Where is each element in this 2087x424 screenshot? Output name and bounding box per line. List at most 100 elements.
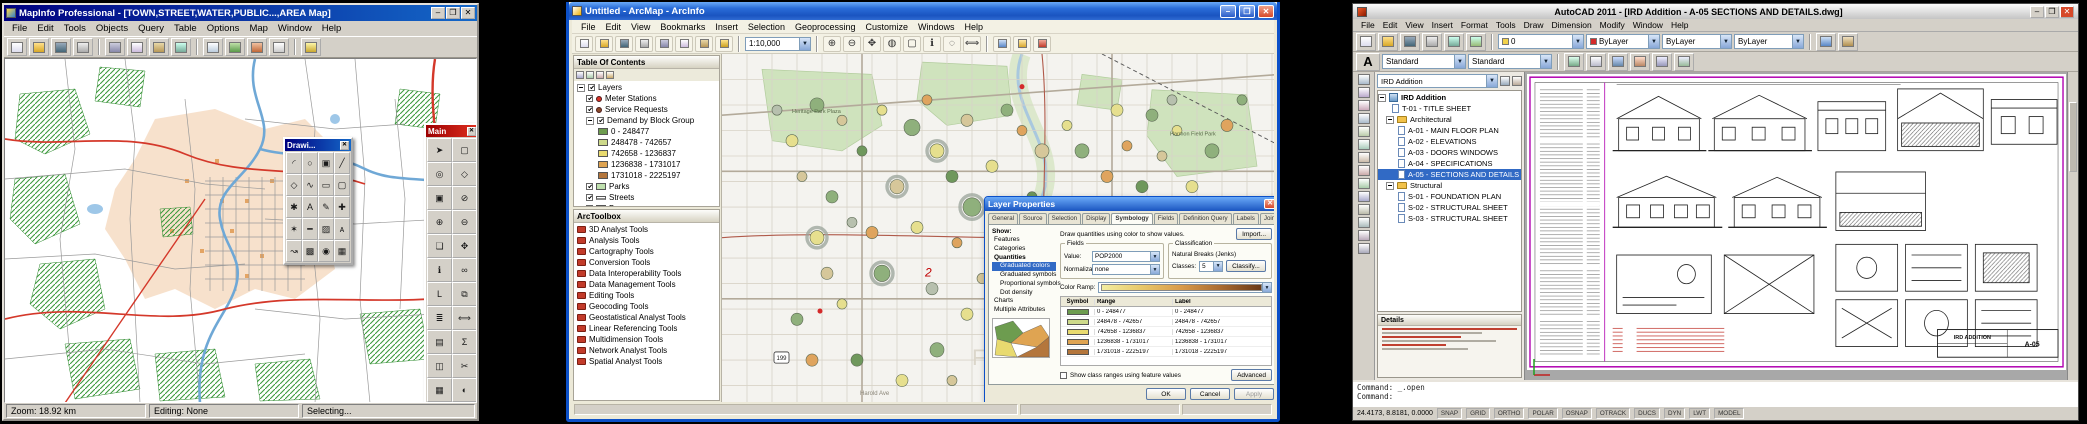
close-icon[interactable]: ✕ (461, 7, 475, 19)
marquee-select-tool[interactable]: ▢ (452, 138, 477, 162)
collapse-icon[interactable] (1386, 116, 1394, 124)
close-icon[interactable]: ✕ (340, 141, 349, 150)
show-item-graduated-colors[interactable]: Graduated colors (992, 262, 1056, 271)
zoom-window-icon[interactable] (1652, 53, 1672, 71)
chevron-down-icon[interactable]: ▼ (1150, 252, 1159, 261)
copy-tool[interactable] (1358, 178, 1370, 189)
erase-tool[interactable] (1358, 165, 1370, 176)
vertical-scrollbar[interactable] (2067, 72, 2078, 380)
checkbox[interactable] (1060, 372, 1067, 379)
toolbox-item[interactable]: Editing Tools (574, 290, 719, 301)
sheet-item[interactable]: S-01 - FOUNDATION PLAN (1378, 191, 1521, 202)
toolbox-item[interactable]: Analysis Tools (574, 235, 719, 246)
chevron-down-icon[interactable]: ▼ (1486, 75, 1497, 87)
new-mapper-icon[interactable] (225, 38, 245, 56)
save-icon[interactable] (51, 38, 71, 56)
sheet-item[interactable]: A-03 - DOORS WINDOWS (1378, 147, 1521, 158)
toolbox-item[interactable]: Cartography Tools (574, 246, 719, 257)
change-view-tool[interactable]: ❏ (427, 234, 452, 258)
refresh-icon[interactable] (1500, 76, 1510, 86)
find-tool[interactable]: ◌ (943, 36, 961, 52)
custom-region-tool[interactable]: ▩ (302, 240, 318, 262)
classes-combo[interactable]: 5▼ (1199, 261, 1223, 272)
hatch-icon[interactable] (1608, 53, 1628, 71)
reshape-tool[interactable]: ✎ (318, 196, 334, 218)
fillet-tool[interactable] (1358, 243, 1370, 254)
dialog-titlebar[interactable]: Layer Properties ✕ (985, 197, 1274, 211)
hatch-tool[interactable] (1358, 139, 1370, 150)
menu-view[interactable]: View (626, 22, 655, 32)
polar-toggle[interactable]: POLAR (1528, 408, 1557, 419)
region-style-button[interactable]: ▨ (318, 218, 334, 240)
sheet-item[interactable]: A-02 - ELEVATIONS (1378, 136, 1521, 147)
trim-tool[interactable] (1358, 230, 1370, 241)
measure-tool[interactable]: ⟺ (963, 36, 981, 52)
autocad-titlebar[interactable]: AutoCAD 2011 - [IRD Addition - A-05 SECT… (1353, 4, 2078, 19)
menu-file[interactable]: File (7, 23, 32, 34)
class-row[interactable]: 742658 - 1236837742658 - 1236837 (1061, 327, 1271, 337)
menu-help[interactable]: Help (960, 22, 989, 32)
toc-item-parks[interactable]: Parks (574, 181, 719, 192)
menu-draw[interactable]: Draw (1520, 20, 1548, 30)
model-toggle[interactable]: MODEL (1714, 408, 1744, 419)
menu-format[interactable]: Format (1457, 20, 1492, 30)
radius-select-tool[interactable]: ◎ (427, 162, 452, 186)
sheet-item[interactable]: T-01 - TITLE SHEET (1378, 103, 1521, 114)
menu-objects[interactable]: Objects (91, 23, 133, 34)
open-icon[interactable] (1378, 33, 1398, 51)
list-by-visibility-icon[interactable] (596, 71, 604, 79)
maximize-icon[interactable]: ❐ (446, 7, 460, 19)
collapse-icon[interactable] (586, 117, 594, 125)
class-table[interactable]: Symbol Range Label 0 - 2484770 - 248477 … (1060, 296, 1272, 366)
advanced-button[interactable]: Advanced (1231, 369, 1272, 381)
cut-icon[interactable] (105, 38, 125, 56)
menu-dimension[interactable]: Dimension (1548, 20, 1596, 30)
ok-button[interactable]: OK (1146, 388, 1186, 400)
chevron-down-icon[interactable]: ▼ (1540, 55, 1551, 68)
zoom-extents-icon[interactable] (1674, 53, 1694, 71)
snap-toggle[interactable]: ◉ (318, 240, 334, 262)
list-by-source-icon[interactable] (586, 71, 594, 79)
main-toolbar[interactable]: Main ✕ ➤ ▢ ◎ ◇ ▣ ⊘ ⊕ ⊖ ❏ ✥ ℹ ∞ L ⧉ ≣ ⟺ ▤ (424, 123, 477, 403)
sheet-set-combo[interactable]: IRD Addition▼ (1377, 74, 1498, 88)
district-tool[interactable]: ◫ (427, 354, 452, 378)
minimize-icon[interactable]: – (431, 7, 445, 19)
cancel-button[interactable]: Cancel (1190, 388, 1230, 400)
tab-joins-relates[interactable]: Joins & Relates (1260, 213, 1274, 224)
tab-general[interactable]: General (988, 213, 1018, 224)
show-item[interactable]: Graduated symbols (992, 271, 1056, 280)
sheet-item-selected[interactable]: A-05 - SECTIONS AND DETAILS (1378, 169, 1521, 180)
arcmap-titlebar[interactable]: Untitled - ArcMap - ArcInfo – ❐ ✕ (569, 2, 1277, 20)
drag-map-tool[interactable]: ⧉ (452, 282, 477, 306)
chevron-down-icon[interactable]: ▼ (1454, 55, 1465, 68)
paste-icon[interactable] (695, 36, 713, 52)
print-icon[interactable] (73, 38, 93, 56)
menu-insert[interactable]: Insert (710, 22, 743, 32)
new-browser-icon[interactable] (203, 38, 223, 56)
grid-toggle[interactable]: GRID (1466, 408, 1490, 419)
dimension-icon[interactable] (1564, 53, 1584, 71)
new-grapher-icon[interactable] (247, 38, 267, 56)
tab-symbology[interactable]: Symbology (1111, 213, 1152, 224)
close-icon[interactable]: ✕ (467, 127, 476, 136)
menu-windows[interactable]: Windows (913, 22, 960, 32)
show-item[interactable]: Categories (992, 245, 1056, 254)
new-map-icon[interactable] (575, 36, 593, 52)
circle-tool[interactable] (1358, 100, 1370, 111)
frame-tool[interactable]: ▣ (318, 152, 334, 174)
text-style-icon[interactable]: A (1356, 53, 1380, 71)
menu-bookmarks[interactable]: Bookmarks (655, 22, 710, 32)
lwt-toggle[interactable]: LWT (1689, 408, 1710, 419)
class-row[interactable]: 1236838 - 17310171236838 - 1731017 (1061, 337, 1271, 347)
zoom-in-tool[interactable]: ⊕ (823, 36, 841, 52)
menu-view[interactable]: View (1401, 20, 1427, 30)
table-icon[interactable] (1586, 53, 1606, 71)
menu-window[interactable]: Window (273, 23, 317, 34)
toolbox-item[interactable]: Multidimension Tools (574, 334, 719, 345)
line-style-button[interactable]: ━ (302, 218, 318, 240)
arcmap-map-canvas[interactable]: Fort Worth Heritage Park Plaza Harmon Fi… (722, 54, 1274, 402)
menu-customize[interactable]: Customize (861, 22, 914, 32)
symbol-tool[interactable]: ✱ (286, 196, 302, 218)
statistics-button[interactable]: Σ (452, 330, 477, 354)
rectangle-tool[interactable]: ▭ (318, 174, 334, 196)
